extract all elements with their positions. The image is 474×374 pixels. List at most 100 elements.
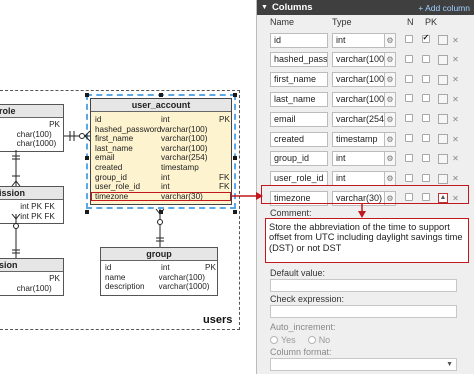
table-row[interactable]: hashed_password varchar(100)	[91, 125, 231, 135]
table-row[interactable]: first_name varchar(100)	[91, 134, 231, 144]
table-row[interactable]: created timestamp	[91, 163, 231, 173]
pk-checkbox[interactable]	[421, 94, 430, 103]
column-type-input[interactable]: timestamp	[332, 131, 384, 147]
resize-handle[interactable]	[85, 210, 89, 214]
column-type-input[interactable]: int	[332, 32, 384, 48]
user-account-table[interactable]: user_account id int PK hashed_password varc…	[86, 93, 236, 210]
pk-checkbox[interactable]	[421, 33, 430, 43]
null-checkbox[interactable]	[404, 74, 413, 83]
pk-checkbox[interactable]	[421, 173, 430, 182]
table-row[interactable]: PK	[0, 274, 63, 284]
column-row[interactable]: group_id int ⚙ ✕	[270, 151, 459, 167]
table-row[interactable]: int PK FK	[0, 212, 63, 222]
table-row[interactable]: PK	[0, 120, 63, 130]
null-checkbox[interactable]	[404, 173, 413, 182]
default-value-input[interactable]	[270, 279, 457, 292]
pk-checkbox[interactable]	[421, 54, 430, 63]
column-type-input[interactable]: int	[332, 151, 384, 167]
add-column-link[interactable]: + Add column	[418, 3, 470, 13]
pk-checkbox[interactable]	[421, 134, 430, 142]
column-row[interactable]: email varchar(254) ⚙ ✕	[270, 111, 459, 127]
column-name-input[interactable]: email	[270, 111, 328, 127]
resize-handle[interactable]	[85, 93, 89, 97]
resize-handle[interactable]	[233, 93, 237, 97]
null-checkbox[interactable]	[404, 134, 413, 142]
resize-handle[interactable]	[233, 156, 237, 160]
table-row[interactable]: name varchar(100)	[101, 273, 217, 283]
group-table[interactable]: group id int PK name varchar(100) descripti…	[100, 247, 218, 296]
move-column-button[interactable]	[438, 134, 448, 144]
column-name-input[interactable]: group_id	[270, 151, 328, 167]
null-checkbox[interactable]	[404, 153, 413, 162]
column-type-input[interactable]: int	[332, 171, 384, 187]
type-options-gear-icon[interactable]: ⚙	[384, 32, 396, 48]
role-table[interactable]: role PK char(100) char(1000)	[0, 104, 64, 152]
delete-column-icon[interactable]: ✕	[452, 135, 459, 144]
type-options-gear-icon[interactable]: ⚙	[384, 151, 396, 167]
column-row[interactable]: created timestamp ⚙ ✕	[270, 131, 459, 147]
delete-column-icon[interactable]: ✕	[452, 154, 459, 163]
delete-column-icon[interactable]: ✕	[452, 36, 459, 45]
table-row[interactable]: email varchar(254)	[91, 153, 231, 163]
move-column-button[interactable]	[438, 54, 448, 65]
pk-checkbox[interactable]	[421, 74, 430, 83]
type-options-gear-icon[interactable]: ⚙	[384, 52, 396, 68]
move-column-button[interactable]	[438, 114, 448, 125]
resize-handle[interactable]	[85, 156, 89, 160]
table-row[interactable]: int PK FK	[0, 202, 63, 212]
table-row[interactable]: id int PK	[91, 115, 231, 125]
table-row[interactable]: last_name varchar(100)	[91, 144, 231, 154]
table-row[interactable]: id int PK	[101, 263, 217, 273]
move-column-button[interactable]	[438, 153, 448, 164]
type-options-gear-icon[interactable]: ⚙	[384, 72, 396, 88]
table-row[interactable]: group_id int FK	[91, 173, 231, 183]
comment-textarea[interactable]: Store the abbreviation of the time to su…	[265, 218, 469, 263]
null-checkbox[interactable]	[404, 54, 413, 63]
delete-column-icon[interactable]: ✕	[452, 55, 459, 64]
column-type-input[interactable]: varchar(100)	[332, 91, 384, 107]
column-type-input[interactable]: varchar(100)	[332, 52, 384, 68]
column-name-input[interactable]: id	[270, 32, 328, 48]
collapse-triangle-icon[interactable]: ▼	[261, 4, 268, 11]
resize-handle[interactable]	[233, 210, 237, 214]
pk-checkbox[interactable]	[421, 114, 430, 123]
table-row-timezone-selected[interactable]: timezone varchar(30)	[91, 191, 231, 202]
column-name-input[interactable]: last_name	[270, 91, 328, 107]
resize-handle[interactable]	[159, 210, 163, 214]
column-name-input[interactable]: created	[270, 131, 328, 147]
table-row[interactable]: char(100)	[0, 130, 63, 140]
null-checkbox[interactable]	[404, 94, 413, 103]
type-options-gear-icon[interactable]: ⚙	[384, 91, 396, 107]
null-checkbox[interactable]	[404, 114, 413, 123]
column-name-input[interactable]: user_role_id	[270, 171, 328, 187]
er-diagram-canvas[interactable]: users role PK char(100) char(1000) issio…	[0, 0, 256, 374]
delete-column-icon[interactable]: ✕	[452, 174, 459, 183]
type-options-gear-icon[interactable]: ⚙	[384, 111, 396, 127]
delete-column-icon[interactable]: ✕	[452, 95, 459, 104]
move-column-button[interactable]	[438, 74, 448, 85]
table-row[interactable]: user_role_id int FK	[91, 182, 231, 192]
table-row[interactable]: description varchar(1000)	[101, 282, 217, 292]
delete-column-icon[interactable]: ✕	[452, 115, 459, 124]
permission-table[interactable]: sion PK char(100)	[0, 258, 64, 297]
move-column-button[interactable]	[438, 173, 448, 184]
move-column-button[interactable]	[438, 35, 448, 45]
null-checkbox[interactable]	[404, 35, 413, 43]
type-options-gear-icon[interactable]: ⚙	[384, 131, 396, 147]
column-type-input[interactable]: varchar(254)	[332, 111, 384, 127]
table-row[interactable]: char(1000)	[0, 139, 63, 149]
column-name-input[interactable]: hashed_passw	[270, 52, 328, 68]
radio-no[interactable]	[307, 336, 316, 344]
column-name-input[interactable]: first_name	[270, 72, 328, 88]
role-permission-table[interactable]: ission int PK FK int PK FK	[0, 186, 64, 225]
column-row[interactable]: hashed_passwvarchar(100)⚙ ✕	[270, 52, 459, 68]
column-format-select[interactable]: ▼	[270, 358, 457, 371]
delete-column-icon[interactable]: ✕	[452, 75, 459, 84]
column-type-input[interactable]: varchar(100)	[332, 72, 384, 88]
resize-handle[interactable]	[159, 93, 163, 97]
type-options-gear-icon[interactable]: ⚙	[384, 171, 396, 187]
column-row[interactable]: last_name varchar(100) ⚙ ✕	[270, 91, 459, 107]
column-row[interactable]: idint⚙ ✕	[270, 32, 459, 48]
pk-checkbox[interactable]	[421, 153, 430, 162]
move-column-button[interactable]	[438, 94, 448, 105]
